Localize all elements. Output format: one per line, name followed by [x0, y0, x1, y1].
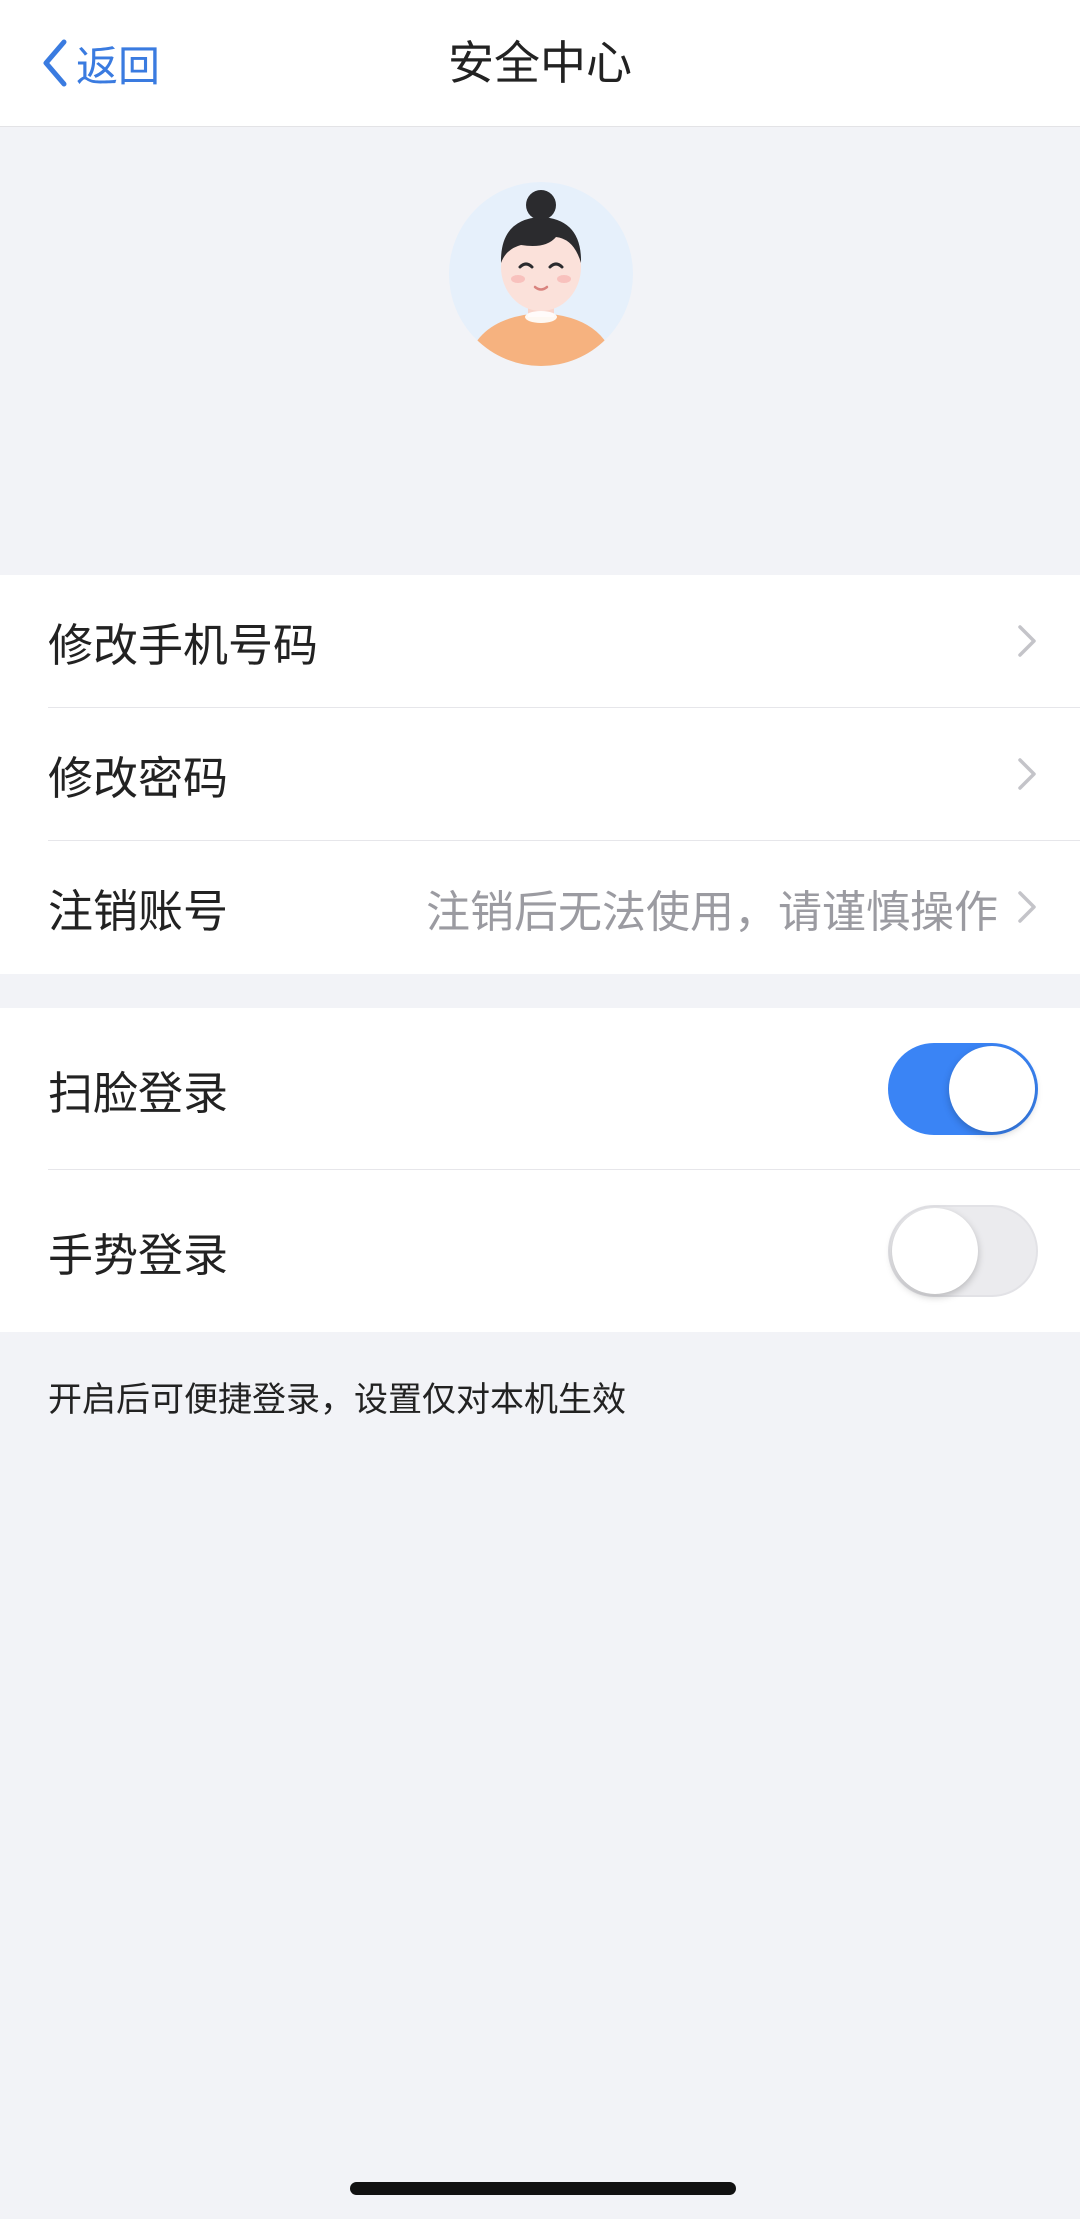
change-phone-row[interactable]: 修改手机号码: [0, 575, 1080, 708]
login-settings-group: 扫脸登录 手势登录: [0, 1008, 1080, 1332]
gesture-login-row: 手势登录: [0, 1170, 1080, 1332]
delete-account-label: 注销账号: [48, 885, 229, 938]
chevron-right-icon: [1016, 756, 1038, 796]
chevron-right-icon: [1016, 623, 1038, 663]
login-footnote: 开启后可便捷登录，设置仅对本机生效: [48, 1380, 626, 1420]
change-password-row[interactable]: 修改密码: [0, 708, 1080, 841]
toggle-knob: [892, 1208, 978, 1294]
delete-account-hint: 注销后无法使用，请谨慎操作: [426, 886, 998, 938]
toggle-knob: [949, 1046, 1035, 1132]
chevron-right-icon: [1016, 889, 1038, 929]
face-login-row: 扫脸登录: [0, 1008, 1080, 1170]
username-blurred: [0, 397, 1080, 507]
face-login-label: 扫脸登录: [48, 1066, 229, 1120]
gesture-login-toggle[interactable]: [888, 1205, 1038, 1297]
delete-account-row[interactable]: 注销账号 注销后无法使用，请谨慎操作: [0, 841, 1080, 974]
profile-header: [0, 127, 1080, 575]
gesture-login-label: 手势登录: [48, 1228, 229, 1282]
change-phone-label: 修改手机号码: [48, 619, 319, 672]
user-avatar-icon: [446, 179, 636, 369]
change-password-label: 修改密码: [48, 752, 229, 805]
page-title: 安全中心: [448, 36, 632, 90]
home-indicator[interactable]: [350, 2182, 736, 2195]
account-settings-group: 修改手机号码 修改密码 注销账号 注销后无法使用，请谨慎操作: [0, 575, 1080, 974]
navigation-bar: 返回 安全中心: [0, 0, 1080, 127]
face-login-toggle[interactable]: [888, 1043, 1038, 1135]
